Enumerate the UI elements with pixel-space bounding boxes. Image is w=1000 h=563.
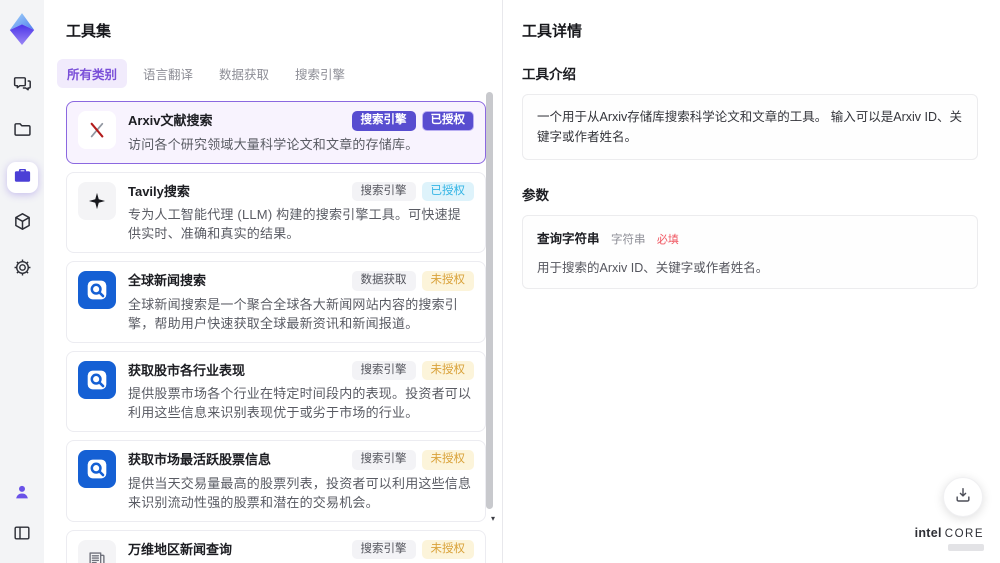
tool-description: 提供股票市场各个行业在特定时间段内的表现。投资者可以利用这些信息来识别表现优于或… [128,386,472,420]
bluesearch-icon [78,271,116,309]
download-icon [953,485,973,510]
tool-card[interactable]: 获取市场最活跃股票信息 搜索引擎 未授权 提供当天交易量最高的股票列表，投资者可… [66,440,486,522]
tool-badges: 搜索引擎 未授权 [351,360,474,380]
tool-content: 获取股市各行业表现 搜索引擎 未授权 提供股票市场各个行业在特定时间段内的表现。… [128,360,474,423]
category-badge: 搜索引擎 [351,450,416,470]
sidebar [0,0,44,563]
gear-icon [12,257,33,283]
tool-description: 专为人工智能代理 (LLM) 构建的搜索引擎工具。可快速提供实时、准确和真实的结… [128,207,461,241]
sidebar-item-user[interactable] [8,480,36,508]
auth-status-badge: 已授权 [421,181,474,201]
user-icon [12,482,32,507]
tool-list: Arxiv文献搜索 搜索引擎 已授权 访问各个研究领域大量科学论文和文章的存储库… [66,101,486,563]
tool-badges: 数据获取 未授权 [351,271,474,291]
app-logo-icon[interactable] [7,12,37,46]
scrollbar[interactable] [486,88,493,519]
params-heading: 参数 [522,188,549,203]
panel-toggle-icon [12,523,32,548]
sidebar-bottom [8,480,36,549]
scroll-down-icon[interactable]: ▾ [491,514,495,523]
cube-icon [12,211,33,237]
page-title: 工具集 [66,23,112,40]
parameter-type: 字符串 [610,234,646,246]
auth-status-badge: 已授权 [421,111,474,131]
category-tabs: 所有类别 语言翻译 数据获取 搜索引擎 [57,59,502,88]
tavily-icon [78,181,116,220]
auth-status-badge: 未授权 [421,539,474,559]
brand-intel-text: intel [914,526,942,541]
category-badge: 搜索引擎 [351,111,416,131]
brand-sub-mark [948,544,984,551]
intro-text: 一个用于从Arxiv存储库搜索科学论文和文章的工具。 输入可以是Arxiv ID… [522,94,978,160]
arxiv-icon [78,111,116,149]
parameter-head: 查询字符串 字符串 必填 [537,228,963,248]
intro-heading: 工具介绍 [522,67,576,82]
bluesearch-icon [78,450,116,488]
category-tab[interactable]: 所有类别 [57,59,128,88]
tool-content: Tavily搜索 搜索引擎 已授权 专为人工智能代理 (LLM) 构建的搜索引擎… [128,181,474,244]
sidebar-item-toolbox[interactable] [6,162,38,193]
sidebar-item-gear[interactable] [7,254,38,285]
tool-card[interactable]: Tavily搜索 搜索引擎 已授权 专为人工智能代理 (LLM) 构建的搜索引擎… [66,171,486,253]
sidebar-nav [6,70,38,285]
category-badge: 搜索引擎 [351,360,416,380]
auth-status-badge: 未授权 [421,360,474,380]
bluesearch-icon [78,360,116,399]
auth-status-badge: 未授权 [421,450,474,470]
toolbox-icon [12,165,33,191]
tool-card[interactable]: 万维地区新闻查询 搜索引擎 未授权 查询具体行政区划内的新闻，快速了解各地新闻动 [66,529,486,563]
tool-name: 获取市场最活跃股票信息 [128,452,272,467]
category-badge: 数据获取 [351,271,416,291]
tool-detail-panel: 工具详情 工具介绍 一个用于从Arxiv存储库搜索科学论文和文章的工具。 输入可… [504,0,1000,563]
tool-description: 全球新闻搜索是一个聚合全球各大新闻网站内容的搜索引擎，帮助用户快速获取全球最新资… [128,296,459,331]
tool-list-panel: 工具集 所有类别 语言翻译 数据获取 搜索引擎 Arxiv文献搜索 搜索引擎 已授权 … [44,0,503,563]
parameter-description: 用于搜索的Arxiv ID、关键字或作者姓名。 [537,261,769,275]
tool-name: Tavily搜索 [128,183,190,199]
newspaper-icon [78,539,116,563]
brand-core-text: CORE [944,528,984,541]
tool-badges: 搜索引擎 已授权 [351,181,474,201]
tool-description: 提供当天交易量最高的股票列表，投资者可以利用这些信息来识别流动性强的股票和潜在的… [128,475,472,510]
auth-status-badge: 未授权 [421,271,474,291]
tool-badges: 搜索引擎 未授权 [351,539,474,559]
parameter-item: 查询字符串 字符串 必填 用于搜索的Arxiv ID、关键字或作者姓名。 [522,215,978,289]
category-tab[interactable]: 搜索引擎 [285,59,355,88]
app-window: 工具集 所有类别 语言翻译 数据获取 搜索引擎 Arxiv文献搜索 搜索引擎 已授权 … [0,0,1000,563]
folder-icon [12,119,33,145]
category-badge: 搜索引擎 [351,181,416,201]
chat-icon [12,73,33,99]
download-button[interactable] [943,477,983,517]
tool-name: 全球新闻搜索 [128,273,207,288]
detail-title: 工具详情 [522,23,583,40]
tool-card[interactable]: 获取股市各行业表现 搜索引擎 未授权 提供股票市场各个行业在特定时间段内的表现。… [66,350,486,432]
parameter-required-badge: 必填 [656,234,679,246]
category-tab[interactable]: 语言翻译 [133,59,203,88]
tool-name: 获取股市各行业表现 [128,362,246,378]
tool-content: Arxiv文献搜索 搜索引擎 已授权 访问各个研究领域大量科学论文和文章的存储库… [128,111,474,154]
category-badge: 搜索引擎 [351,539,416,559]
tool-description: 访问各个研究领域大量科学论文和文章的存储库。 [128,136,419,152]
tool-name: Arxiv文献搜索 [128,113,213,128]
scrollbar-thumb[interactable] [486,92,493,509]
sidebar-item-folder[interactable] [7,116,38,147]
tool-card[interactable]: Arxiv文献搜索 搜索引擎 已授权 访问各个研究领域大量科学论文和文章的存储库… [66,101,486,164]
tool-badges: 搜索引擎 已授权 [351,111,474,131]
tool-name: 万维地区新闻查询 [128,541,233,557]
tool-content: 获取市场最活跃股票信息 搜索引擎 未授权 提供当天交易量最高的股票列表，投资者可… [128,450,474,512]
intel-core-logo: intel CORE [914,526,984,551]
tool-content: 万维地区新闻查询 搜索引擎 未授权 查询具体行政区划内的新闻，快速了解各地新闻动 [128,539,474,563]
sidebar-item-chat[interactable] [7,70,38,101]
sidebar-item-panel-toggle[interactable] [8,521,36,549]
tool-content: 全球新闻搜索 数据获取 未授权 全球新闻搜索是一个聚合全球各大新闻网站内容的搜索… [128,271,474,333]
sidebar-item-cube[interactable] [7,208,38,239]
tool-badges: 搜索引擎 未授权 [351,450,474,470]
parameter-name: 查询字符串 [537,232,600,246]
tool-card[interactable]: 全球新闻搜索 数据获取 未授权 全球新闻搜索是一个聚合全球各大新闻网站内容的搜索… [66,261,486,343]
category-tab[interactable]: 数据获取 [209,59,279,88]
